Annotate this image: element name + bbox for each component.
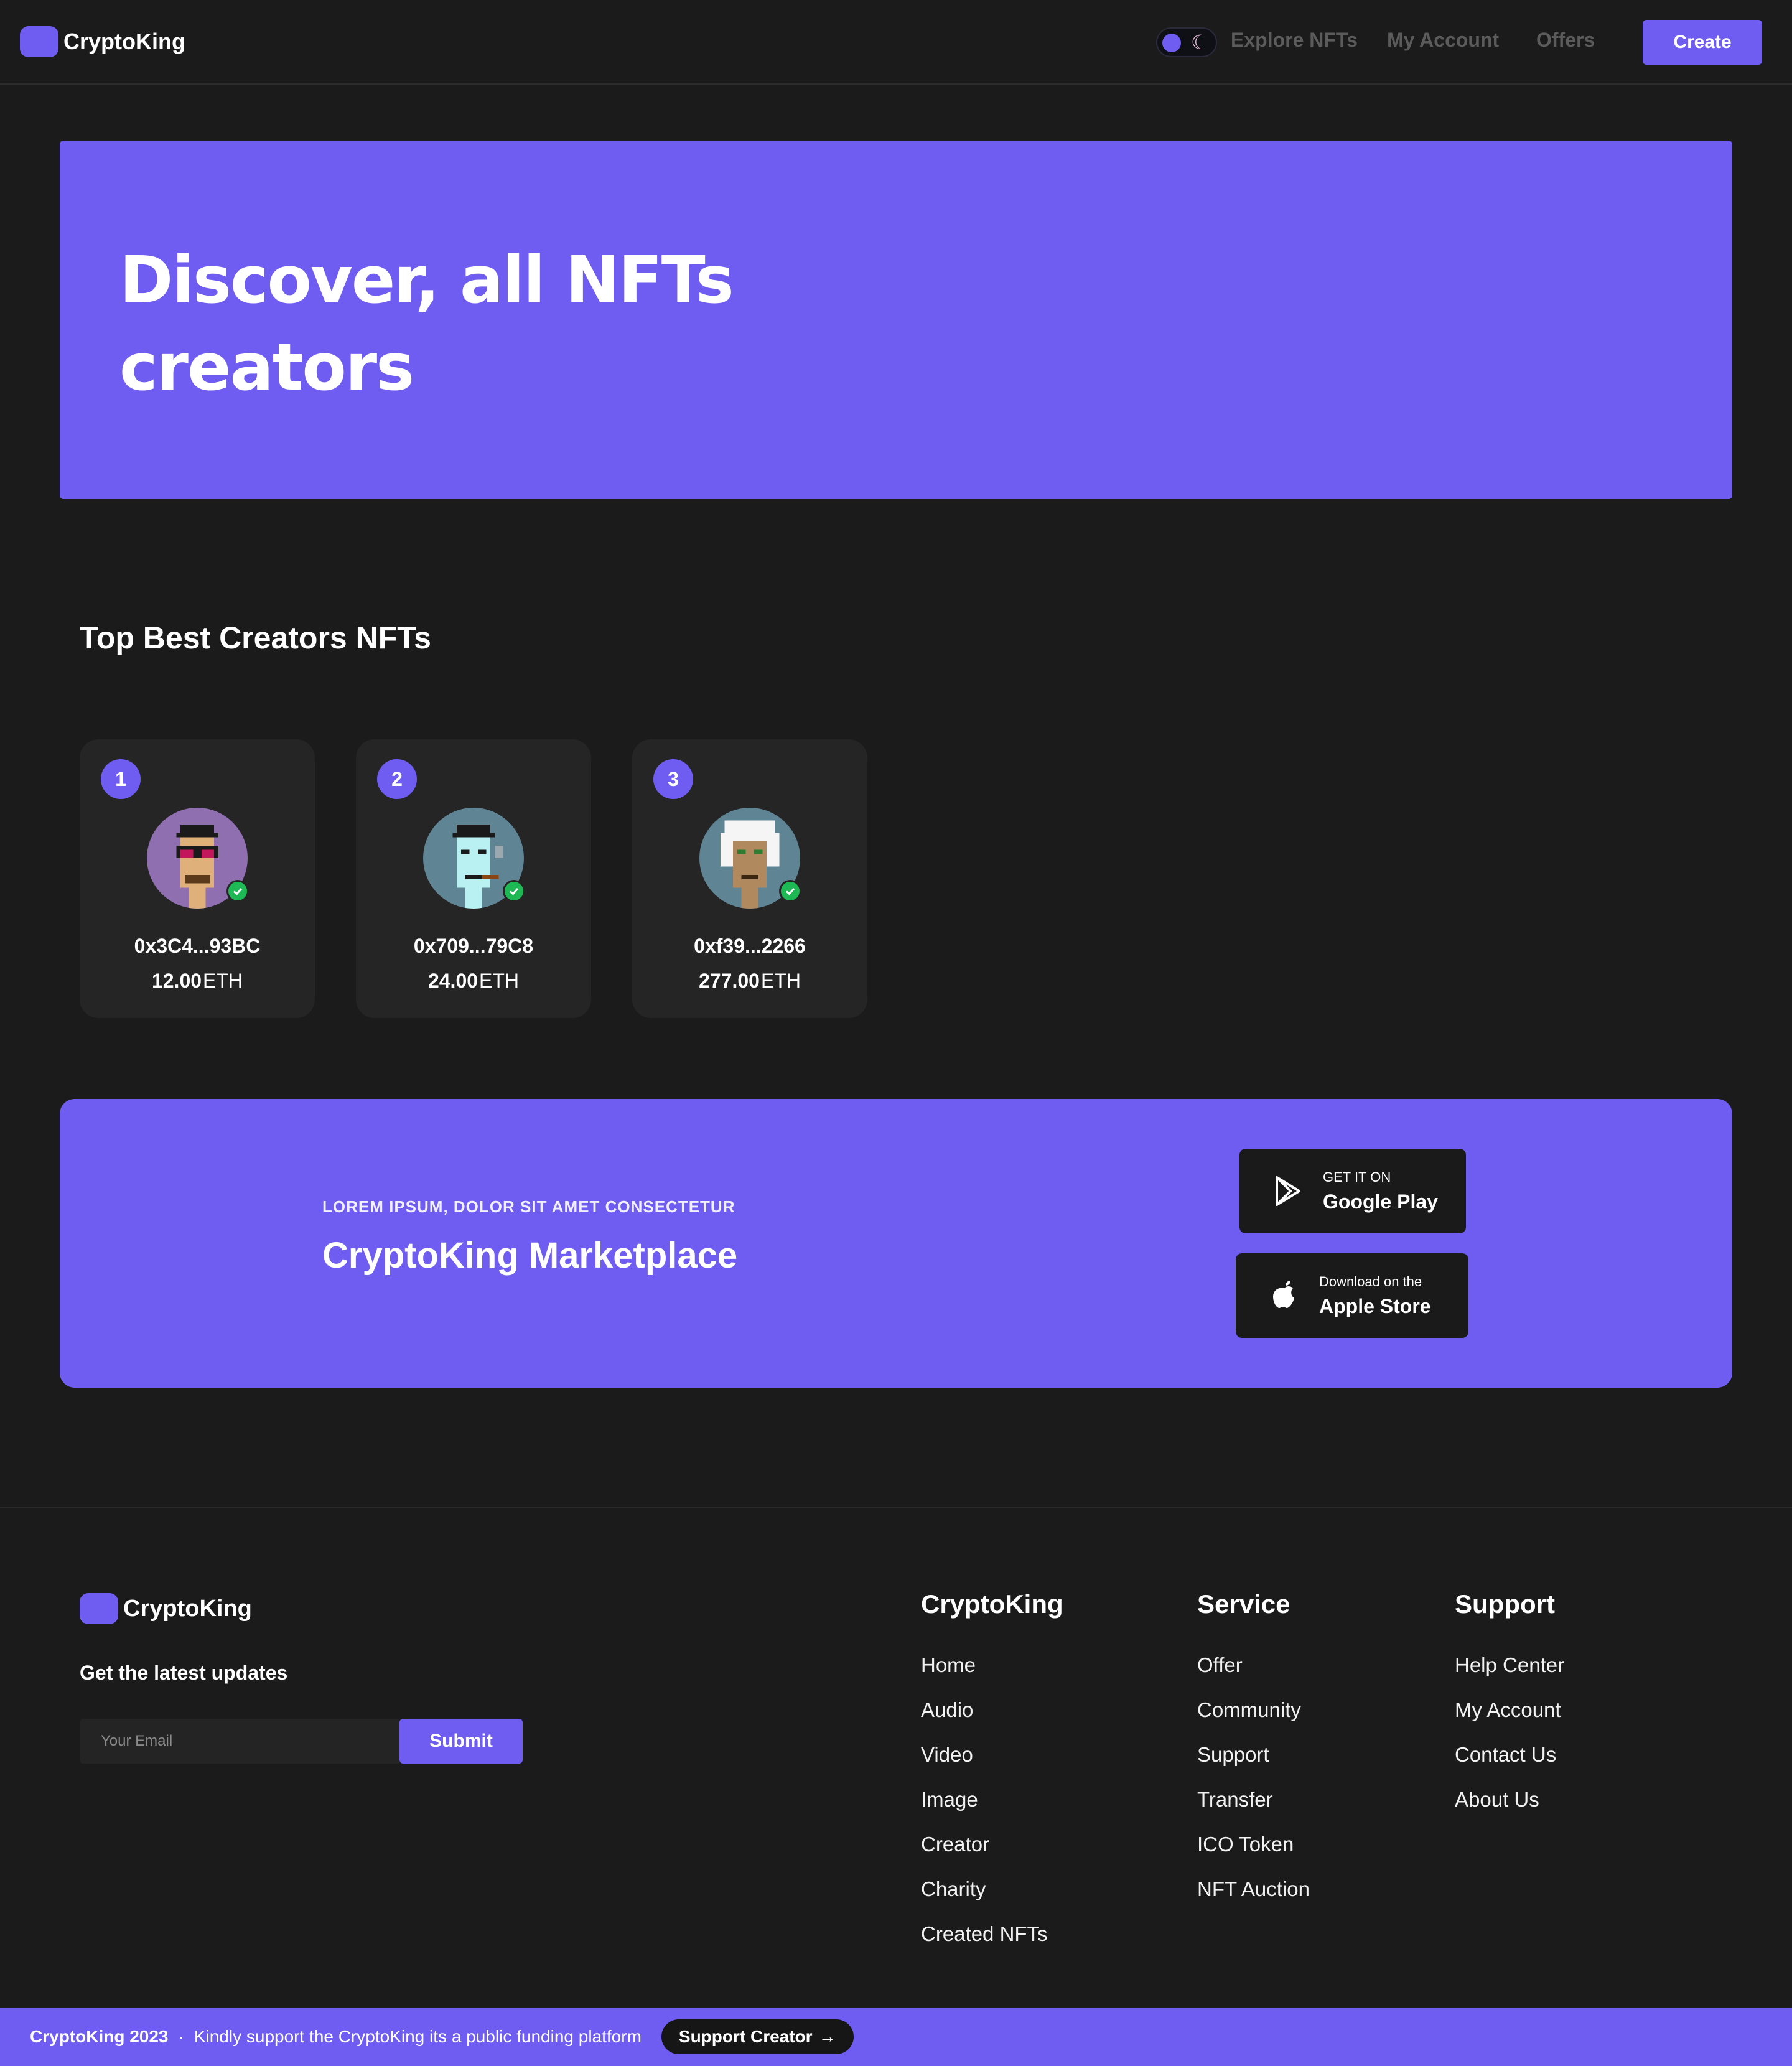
footer-column-title: Support bbox=[1455, 1589, 1555, 1619]
currency-label: ETH bbox=[203, 970, 243, 992]
footer-link-my-account[interactable]: My Account bbox=[1455, 1698, 1564, 1742]
newsletter-label: Get the latest updates bbox=[80, 1662, 288, 1684]
hero-title-line-2: creators bbox=[119, 329, 414, 405]
footer-column-service: Service Offer Community Support Transfer… bbox=[1197, 1589, 1310, 1922]
nav-link-my-account[interactable]: My Account bbox=[1387, 29, 1499, 52]
footer-link-community[interactable]: Community bbox=[1197, 1698, 1310, 1742]
nav-link-offers[interactable]: Offers bbox=[1536, 29, 1595, 52]
separator-dot: · bbox=[178, 2027, 184, 2046]
creator-amount: 24.00 bbox=[427, 970, 478, 992]
footer-link-support[interactable]: Support bbox=[1197, 1742, 1310, 1787]
creator-card[interactable]: 1 0x3C4...93BC 12.00ETH bbox=[80, 739, 315, 1018]
footer-link-creator[interactable]: Creator bbox=[921, 1832, 1063, 1877]
footer-link-created-nfts[interactable]: Created NFTs bbox=[921, 1922, 1063, 1966]
footer-link-offer[interactable]: Offer bbox=[1197, 1653, 1310, 1698]
google-play-caption: GET IT ON bbox=[1323, 1169, 1391, 1185]
footer-column-cryptoking: CryptoKing Home Audio Video Image Creato… bbox=[921, 1589, 1063, 1966]
support-creator-label: Support Creator bbox=[678, 2027, 813, 2046]
footer-link-nft-auction[interactable]: NFT Auction bbox=[1197, 1877, 1310, 1922]
brand-logo[interactable]: CryptoKing bbox=[20, 26, 185, 57]
rank-badge: 1 bbox=[101, 759, 141, 799]
banner-eyebrow: LOREM IPSUM, DOLOR SIT AMET CONSECTETUR bbox=[322, 1197, 735, 1216]
banner-title: CryptoKing Marketplace bbox=[322, 1235, 738, 1276]
logo-mark-icon bbox=[20, 26, 58, 57]
creator-address: 0x709...79C8 bbox=[413, 935, 534, 957]
rank-badge: 2 bbox=[377, 759, 417, 799]
footer-column-title: CryptoKing bbox=[921, 1589, 1063, 1619]
top-creators-heading: Top Best Creators NFTs bbox=[80, 620, 431, 655]
nav-link-explore-nfts[interactable]: Explore NFTs bbox=[1231, 29, 1358, 52]
creator-card[interactable]: 3 0xf39...2266 277.00ETH bbox=[632, 739, 867, 1018]
google-play-icon bbox=[1276, 1176, 1300, 1206]
google-play-button[interactable]: GET IT ON Google Play bbox=[1239, 1149, 1466, 1233]
support-creator-button[interactable]: Support Creator → bbox=[661, 2019, 854, 2054]
hero-title: Discover, all NFTs creators bbox=[119, 236, 742, 411]
footer-logo[interactable]: CryptoKing bbox=[80, 1593, 252, 1624]
rank-badge: 3 bbox=[653, 759, 693, 799]
app-download-banner: LOREM IPSUM, DOLOR SIT AMET CONSECTETUR … bbox=[60, 1099, 1732, 1388]
currency-label: ETH bbox=[760, 970, 801, 992]
footer-brand-name: CryptoKing bbox=[123, 1595, 252, 1622]
hero-title-line-1: Discover, all NFTs bbox=[119, 242, 734, 318]
apple-store-text: Download on the Apple Store bbox=[1319, 1274, 1431, 1318]
logo-mark-icon bbox=[80, 1593, 118, 1624]
footer-link-charity[interactable]: Charity bbox=[921, 1877, 1063, 1922]
verified-check-icon bbox=[779, 880, 801, 902]
creator-volume: 277.00ETH bbox=[632, 970, 867, 993]
creator-volume: 12.00ETH bbox=[80, 970, 315, 993]
create-button[interactable]: Create bbox=[1643, 20, 1762, 65]
brand-name: CryptoKing bbox=[63, 29, 185, 54]
hero-banner: Discover, all NFTs creators bbox=[60, 141, 1732, 499]
footer-link-help-center[interactable]: Help Center bbox=[1455, 1653, 1564, 1698]
footer-link-transfer[interactable]: Transfer bbox=[1197, 1787, 1310, 1832]
creator-card[interactable]: 2 0x709...79C8 24.00ETH bbox=[356, 739, 591, 1018]
creator-amount: 277.00 bbox=[699, 970, 760, 992]
creator-amount: 12.00 bbox=[151, 970, 202, 992]
apple-store-caption: Download on the bbox=[1319, 1273, 1422, 1289]
currency-label: ETH bbox=[479, 970, 520, 992]
footer-column-title: Service bbox=[1197, 1589, 1290, 1619]
footer-divider bbox=[0, 1507, 1792, 1508]
moon-icon: ☾ bbox=[1191, 31, 1209, 54]
verified-check-icon bbox=[503, 880, 525, 902]
submit-button[interactable]: Submit bbox=[399, 1719, 523, 1764]
creator-address: 0xf39...2266 bbox=[694, 935, 806, 957]
google-play-label: Google Play bbox=[1323, 1190, 1438, 1213]
creator-address: 0x3C4...93BC bbox=[134, 935, 261, 957]
support-message: Kindly support the CryptoKing its a publ… bbox=[194, 2027, 642, 2046]
apple-store-label: Apple Store bbox=[1319, 1294, 1431, 1317]
bottom-support-bar: CryptoKing 2023 · Kindly support the Cry… bbox=[0, 2008, 1792, 2066]
google-play-text: GET IT ON Google Play bbox=[1323, 1169, 1438, 1213]
footer-link-video[interactable]: Video bbox=[921, 1742, 1063, 1787]
apple-icon bbox=[1273, 1281, 1294, 1308]
footer-link-about-us[interactable]: About Us bbox=[1455, 1787, 1564, 1832]
email-input[interactable] bbox=[80, 1719, 399, 1764]
footer-link-audio[interactable]: Audio bbox=[921, 1698, 1063, 1742]
footer-link-contact-us[interactable]: Contact Us bbox=[1455, 1742, 1564, 1787]
theme-toggle[interactable]: ☾ bbox=[1156, 27, 1217, 57]
footer-link-image[interactable]: Image bbox=[921, 1787, 1063, 1832]
footer-link-ico-token[interactable]: ICO Token bbox=[1197, 1832, 1310, 1877]
copyright-brand: CryptoKing 2023 bbox=[30, 2027, 169, 2046]
footer-link-home[interactable]: Home bbox=[921, 1653, 1063, 1698]
creator-volume: 24.00ETH bbox=[356, 970, 591, 993]
toggle-knob bbox=[1162, 34, 1181, 52]
top-navbar: CryptoKing ☾ Explore NFTs My Account Off… bbox=[0, 0, 1792, 85]
verified-check-icon bbox=[226, 880, 249, 902]
arrow-right-icon: → bbox=[818, 2027, 836, 2046]
footer-column-support: Support Help Center My Account Contact U… bbox=[1455, 1589, 1564, 1832]
apple-store-button[interactable]: Download on the Apple Store bbox=[1236, 1253, 1468, 1338]
